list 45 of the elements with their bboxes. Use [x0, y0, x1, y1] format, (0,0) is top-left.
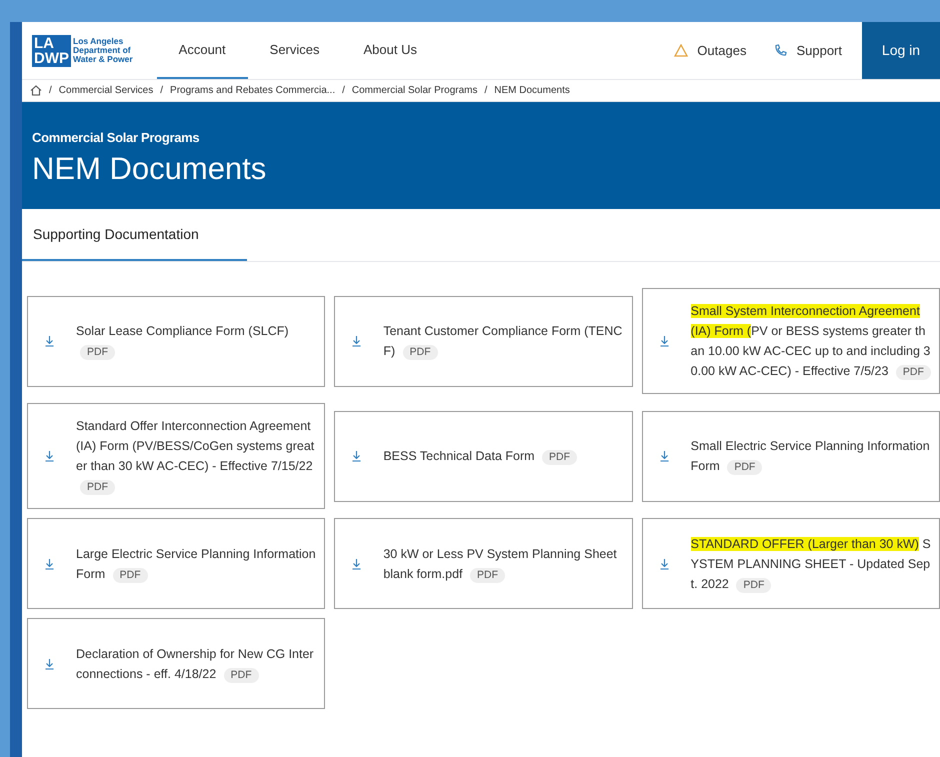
- download-icon: [352, 335, 362, 347]
- tab[interactable]: Supporting Documentation: [22, 209, 247, 261]
- nav-link[interactable]: Services: [248, 22, 342, 79]
- download-icon: [660, 558, 669, 570]
- warning-icon: [674, 44, 688, 57]
- breadcrumb-link[interactable]: Commercial Solar Programs: [352, 83, 478, 98]
- breadcrumb-separator: /: [342, 84, 345, 98]
- document-link[interactable]: Solar Lease Compliance Form (SLCF) PDF: [76, 321, 316, 361]
- utility-link[interactable]: Support: [774, 40, 842, 60]
- breadcrumb-separator: /: [160, 84, 164, 98]
- document-link[interactable]: Large Electric Service Planning Information Form PDF: [76, 544, 316, 584]
- download-icon: [660, 335, 669, 347]
- page-title: NEM Documents: [32, 150, 268, 188]
- breadcrumb-link[interactable]: NEM Documents: [494, 83, 570, 98]
- document-link[interactable]: BESS Technical Data Form PDF: [383, 446, 578, 466]
- document-link[interactable]: Declaration of Ownership for New CG Interconnections - eff. 4/18/22 PDF: [76, 644, 316, 684]
- document-link[interactable]: STANDARD OFFER (Larger than 30 kW) SYSTEM PLANNING SHEET - Updated Sept. 2022 PDF: [690, 534, 931, 594]
- breadcrumb-link[interactable]: Programs and Rebates Commercia...: [170, 83, 336, 98]
- breadcrumb-separator: /: [484, 84, 488, 98]
- download-icon: [352, 450, 362, 462]
- download-icon: [660, 450, 669, 462]
- download-icon: [45, 558, 54, 570]
- breadcrumb-separator: /: [49, 84, 52, 98]
- nav-link[interactable]: About Us: [342, 22, 439, 79]
- document-link[interactable]: Small System Interconnection Agreement (IA) Form (PV or BESS systems greater than 10.00 kW AC-CEC up to and including 30.00 kW AC-CEC) - Effective 7/5/23 PDF: [690, 301, 931, 381]
- document-link[interactable]: Small Electric Service Planning Information Form PDF: [690, 436, 931, 476]
- utility-link[interactable]: Outages: [674, 40, 746, 60]
- document-link[interactable]: Tenant Customer Compliance Form (TENCF) PDF: [383, 321, 624, 361]
- banner-eyebrow: Commercial Solar Programs: [32, 129, 200, 147]
- download-icon: [45, 450, 54, 462]
- logo-org-text: Water & Power: [73, 55, 133, 64]
- login-button[interactable]: Log in: [862, 22, 940, 79]
- breadcrumb-link[interactable]: Commercial Services: [58, 83, 154, 98]
- download-icon: [45, 335, 54, 347]
- nav-link[interactable]: Account: [156, 22, 248, 79]
- logo-org-text: Department of: [73, 46, 132, 55]
- logo-mark-text: LA: [34, 36, 55, 50]
- logo-mark-text: DWP: [34, 50, 69, 66]
- document-link[interactable]: 30 kW or Less PV System Planning Sheet blank form.pdf PDF: [383, 544, 624, 584]
- logo-org-text: Los Angeles: [73, 37, 124, 46]
- phone-icon: [774, 44, 788, 57]
- download-icon: [352, 558, 362, 570]
- home-icon[interactable]: [30, 85, 42, 96]
- document-link[interactable]: Standard Offer Interconnection Agreement (IA) Form (PV/BESS/CoGen systems greater than 30 kW AC-CEC) - Effective 7/15/22 PDF: [76, 416, 316, 496]
- download-icon: [45, 658, 54, 670]
